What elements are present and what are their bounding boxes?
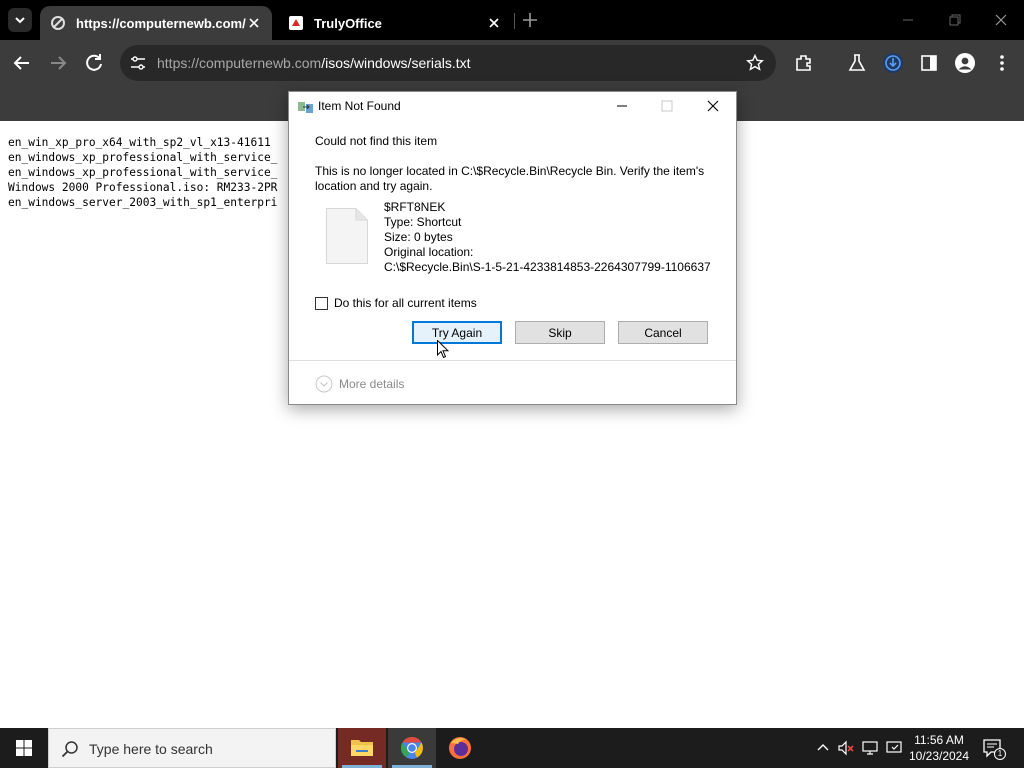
site-info-icon[interactable]	[129, 54, 147, 72]
file-details: $RFT8NEK Type: Shortcut Size: 0 bytes Or…	[384, 200, 710, 275]
checkbox-box[interactable]	[315, 296, 328, 310]
address-bar[interactable]: https://computernewb.com/isos/windows/se…	[120, 45, 776, 81]
clock-date: 10/23/2024	[908, 749, 970, 763]
tab-title: TrulyOffice	[314, 15, 382, 31]
extensions-icon[interactable]	[793, 52, 815, 74]
clock-time: 11:56 AM	[914, 733, 964, 747]
notification-center-button[interactable]: 1	[982, 738, 1006, 760]
item-not-found-dialog: Item Not Found Could not find this item …	[288, 91, 737, 405]
profile-avatar-icon[interactable]	[954, 52, 976, 74]
dialog-heading: Could not find this item	[315, 134, 438, 148]
labs-flask-icon[interactable]	[846, 52, 868, 74]
taskbar-file-explorer[interactable]	[338, 728, 386, 768]
original-location-path: C:\$Recycle.Bin\S-1-5-21-4233814853-2264…	[384, 260, 710, 274]
tab-search-button[interactable]	[8, 8, 32, 32]
blank-file-icon	[326, 208, 368, 264]
volume-muted-icon[interactable]	[836, 738, 856, 758]
url-host: https://computernewb.com	[157, 55, 322, 71]
more-details-label: More details	[339, 377, 405, 391]
network-icon[interactable]	[860, 738, 880, 758]
minimize-dialog-icon[interactable]	[613, 97, 631, 115]
dialog-title: Item Not Found	[318, 99, 401, 113]
dialog-footer: More details	[289, 360, 736, 404]
firefox-icon	[449, 737, 471, 759]
back-icon[interactable]	[10, 51, 34, 75]
tab-title: https://computernewb.com/isos	[76, 15, 246, 31]
search-icon	[61, 741, 78, 758]
text-line: en_windows_xp_professional_with_service_	[8, 151, 278, 164]
windows-taskbar: Type here to search 11:56 AM 10/23/2024 …	[0, 728, 1024, 768]
windows-start-icon[interactable]	[0, 728, 48, 768]
taskbar-firefox[interactable]	[436, 728, 484, 768]
taskbar-chrome[interactable]	[388, 728, 436, 768]
minimize-window-icon[interactable]	[898, 10, 918, 30]
file-explorer-icon	[338, 728, 386, 768]
display-icon[interactable]	[884, 738, 904, 758]
file-size: Size: 0 bytes	[384, 230, 453, 244]
text-line: en_windows_server_2003_with_sp1_enterpri	[8, 196, 278, 209]
apply-to-all-checkbox[interactable]: Do this for all current items	[315, 296, 477, 310]
restore-window-icon[interactable]	[945, 10, 965, 30]
chevron-up-icon[interactable]	[813, 738, 833, 758]
bookmark-star-icon[interactable]	[746, 54, 764, 72]
file-type: Type: Shortcut	[384, 215, 462, 229]
chrome-icon	[388, 728, 436, 768]
url-path: /isos/windows/serials.txt	[321, 55, 471, 71]
reload-icon[interactable]	[82, 51, 106, 75]
notification-count: 1	[994, 748, 1006, 760]
text-line: en_win_xp_pro_x64_with_sp2_vl_x13-41611	[8, 136, 271, 149]
cancel-button[interactable]: Cancel	[618, 321, 708, 344]
serials-text: en_win_xp_pro_x64_with_sp2_vl_x13-41611e…	[8, 135, 277, 210]
close-tab-icon[interactable]	[246, 15, 262, 31]
file-name: $RFT8NEK	[384, 200, 446, 214]
more-details-toggle[interactable]: More details	[315, 375, 404, 393]
side-panel-icon[interactable]	[918, 52, 940, 74]
menu-kebab-icon[interactable]	[991, 52, 1013, 74]
close-window-icon[interactable]	[991, 10, 1011, 30]
site-favicon-icon	[51, 16, 65, 30]
checkbox-label: Do this for all current items	[334, 296, 477, 310]
browser-tabstrip: https://computernewb.com/isos TrulyOffic…	[0, 0, 1024, 40]
close-tab-icon[interactable]	[486, 15, 502, 31]
taskbar-clock[interactable]: 11:56 AM 10/23/2024	[908, 732, 970, 764]
text-line: en_windows_xp_professional_with_service_	[8, 166, 278, 179]
chevron-down-icon	[15, 17, 25, 24]
trulyoffice-favicon-icon	[289, 16, 303, 30]
original-location-label: Original location:	[384, 245, 474, 259]
tab-computernewb[interactable]: https://computernewb.com/isos	[40, 6, 272, 40]
tab-trulyoffice[interactable]: TrulyOffice	[278, 6, 512, 40]
url-text[interactable]: https://computernewb.com/isos/windows/se…	[157, 55, 471, 71]
mouse-cursor-icon	[437, 340, 449, 359]
forward-icon[interactable]	[46, 51, 70, 75]
dialog-body: Could not find this item This is no long…	[289, 121, 736, 360]
download-icon[interactable]	[882, 52, 904, 74]
text-line: Windows 2000 Professional.iso: RM233-2PR	[8, 181, 278, 194]
file-operation-icon	[298, 102, 313, 113]
tab-separator	[514, 13, 515, 29]
browser-toolbar: https://computernewb.com/isos/windows/se…	[0, 40, 1024, 86]
skip-button[interactable]: Skip	[515, 321, 605, 344]
search-placeholder: Type here to search	[89, 741, 213, 757]
try-again-button[interactable]: Try Again	[412, 321, 502, 344]
dialog-message: This is no longer located in C:\$Recycle…	[315, 164, 705, 193]
new-tab-icon[interactable]	[520, 10, 540, 30]
chevron-down-circle-icon	[315, 375, 333, 393]
maximize-dialog-icon	[661, 100, 673, 112]
taskbar-search[interactable]: Type here to search	[48, 728, 336, 768]
dialog-titlebar[interactable]: Item Not Found	[289, 92, 736, 121]
close-dialog-icon[interactable]	[704, 97, 722, 115]
